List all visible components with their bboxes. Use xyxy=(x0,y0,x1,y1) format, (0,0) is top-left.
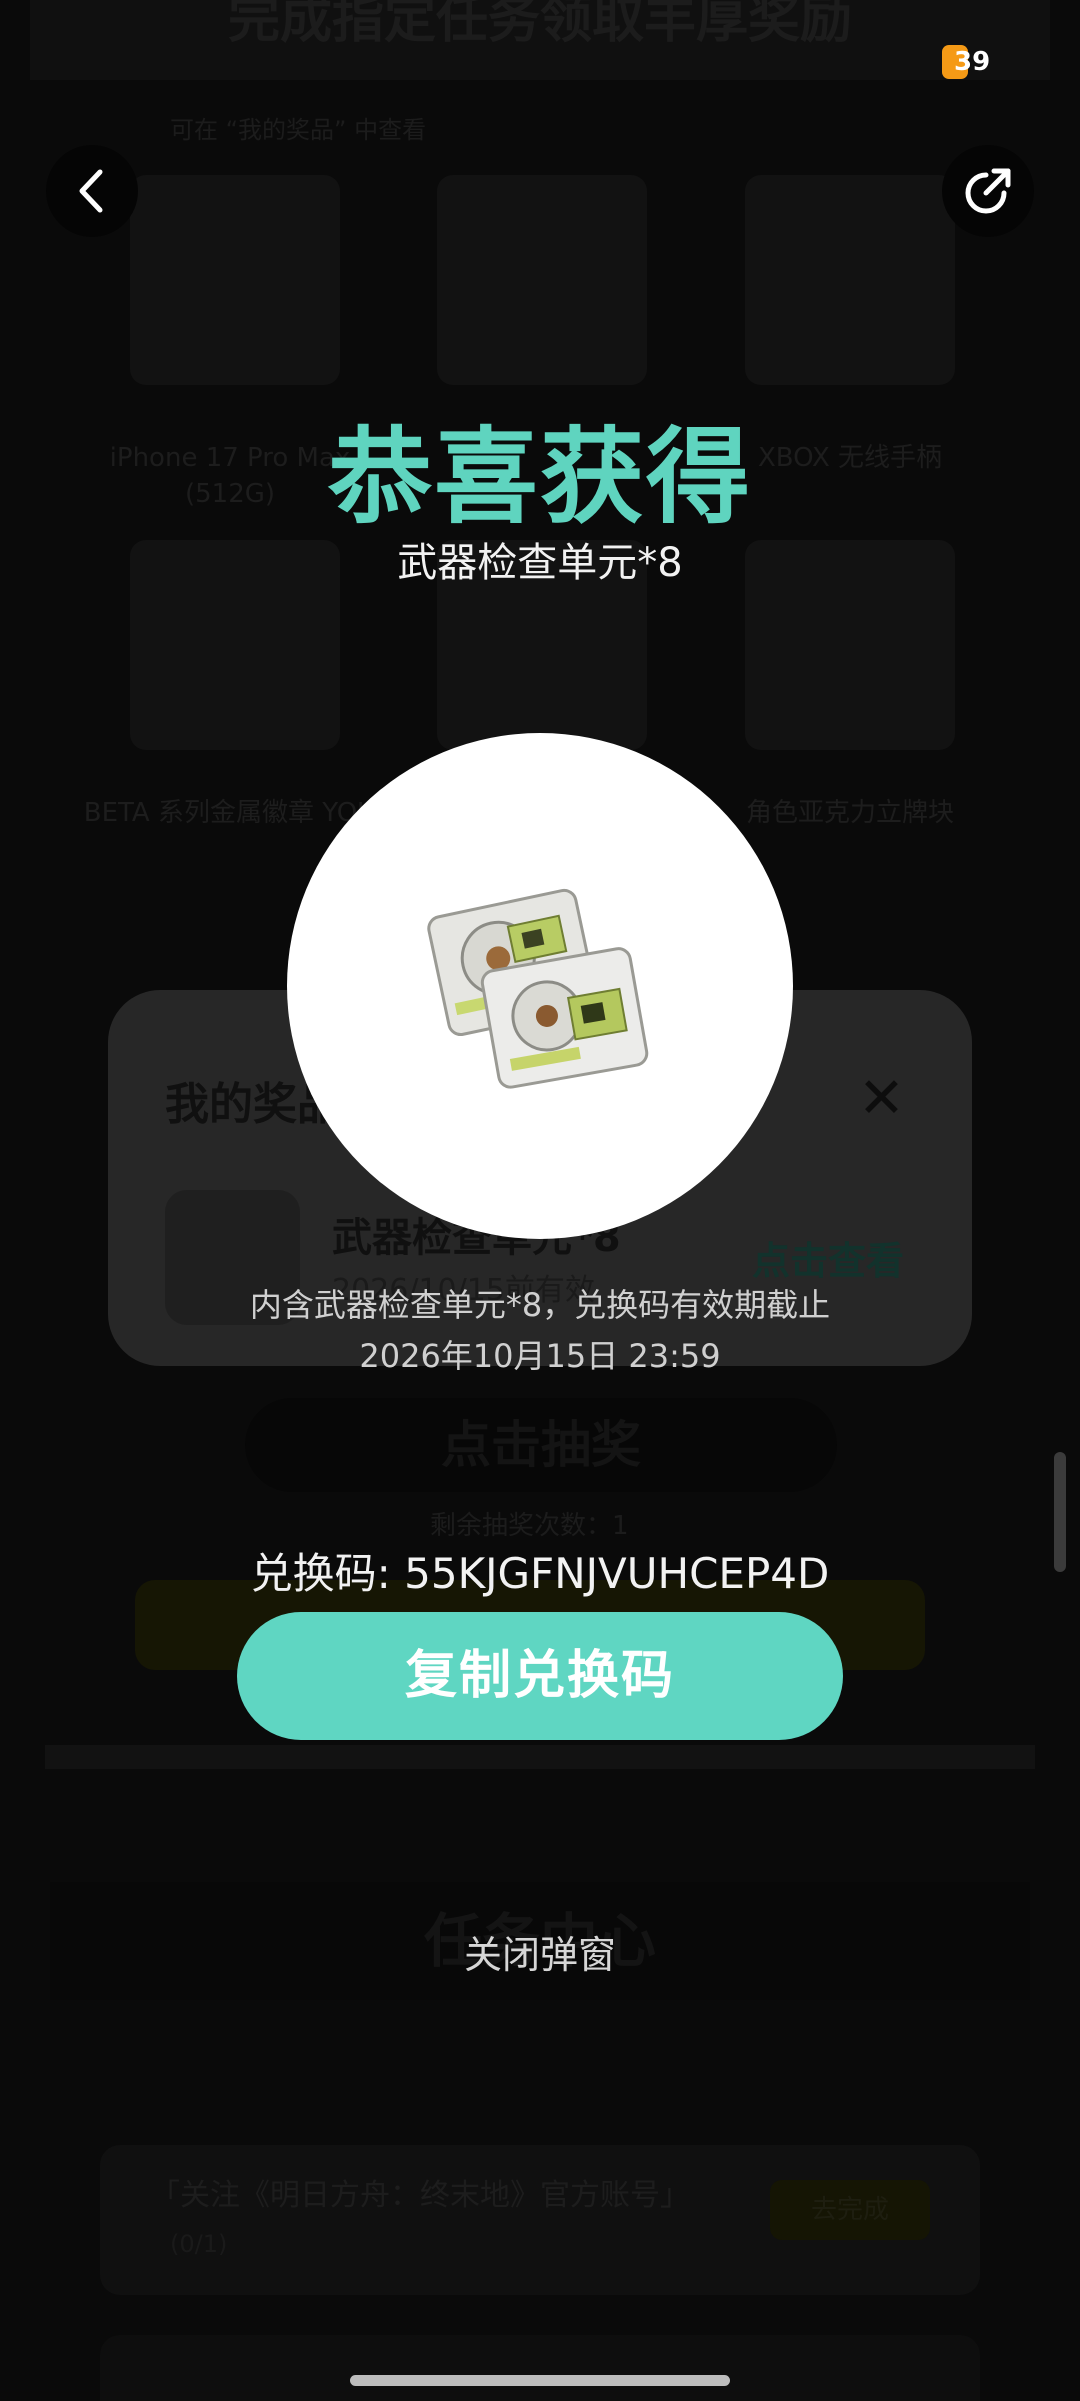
task-title: 「关注《明日方舟：终末地》官方账号」 xyxy=(150,2178,690,2213)
prize-card xyxy=(130,175,340,385)
prize-card-title: BETA 系列金属徽章 YOU xyxy=(83,798,377,828)
prize-card-title: 角色亚克力立牌块 xyxy=(745,798,954,828)
share-button[interactable] xyxy=(942,145,1034,237)
task-card xyxy=(100,2335,980,2401)
prize-card xyxy=(745,175,955,385)
copy-code-button[interactable]: 复制兑换码 xyxy=(237,1612,843,1740)
modal-title: 恭喜获得 xyxy=(327,416,752,538)
prize-description: 内含武器检查单元*8，兑换码有效期截止 2026年10月15日 23:59 xyxy=(249,1286,831,1375)
close-popup-link[interactable]: 关闭弹窗 xyxy=(0,1924,1080,1979)
remaining-draws: 剩余抽奖次数：1 xyxy=(430,1511,629,1541)
task-progress: (0/1) xyxy=(170,2230,228,2258)
prize-card xyxy=(437,175,647,385)
banner-title: 完成指定任务领取丰厚奖励 xyxy=(30,0,1050,80)
share-icon xyxy=(965,168,1011,214)
back-button[interactable] xyxy=(46,145,138,237)
divider xyxy=(45,1745,1035,1769)
view-link: 点击查看 xyxy=(752,1239,905,1283)
filter-hint: 可在 “我的奖品” 中查看 xyxy=(170,116,427,144)
badge-count: 39 xyxy=(954,47,991,77)
weapon-inspection-unit-icon xyxy=(427,888,649,1089)
chevron-left-icon xyxy=(79,169,103,213)
task-go-button: 去完成 xyxy=(770,2180,930,2240)
close-icon: ✕ xyxy=(858,1066,905,1131)
home-indicator[interactable] xyxy=(350,2375,730,2386)
prize-name: 武器检查单元*8 xyxy=(397,540,683,586)
draw-button: 点击抽奖 xyxy=(245,1398,837,1492)
notification-badge[interactable]: 39 xyxy=(942,44,994,80)
redeem-code: 兑换码: 55KJGFNJVUHCEP4D xyxy=(250,1549,830,1598)
scrollbar[interactable] xyxy=(1054,1452,1066,1572)
